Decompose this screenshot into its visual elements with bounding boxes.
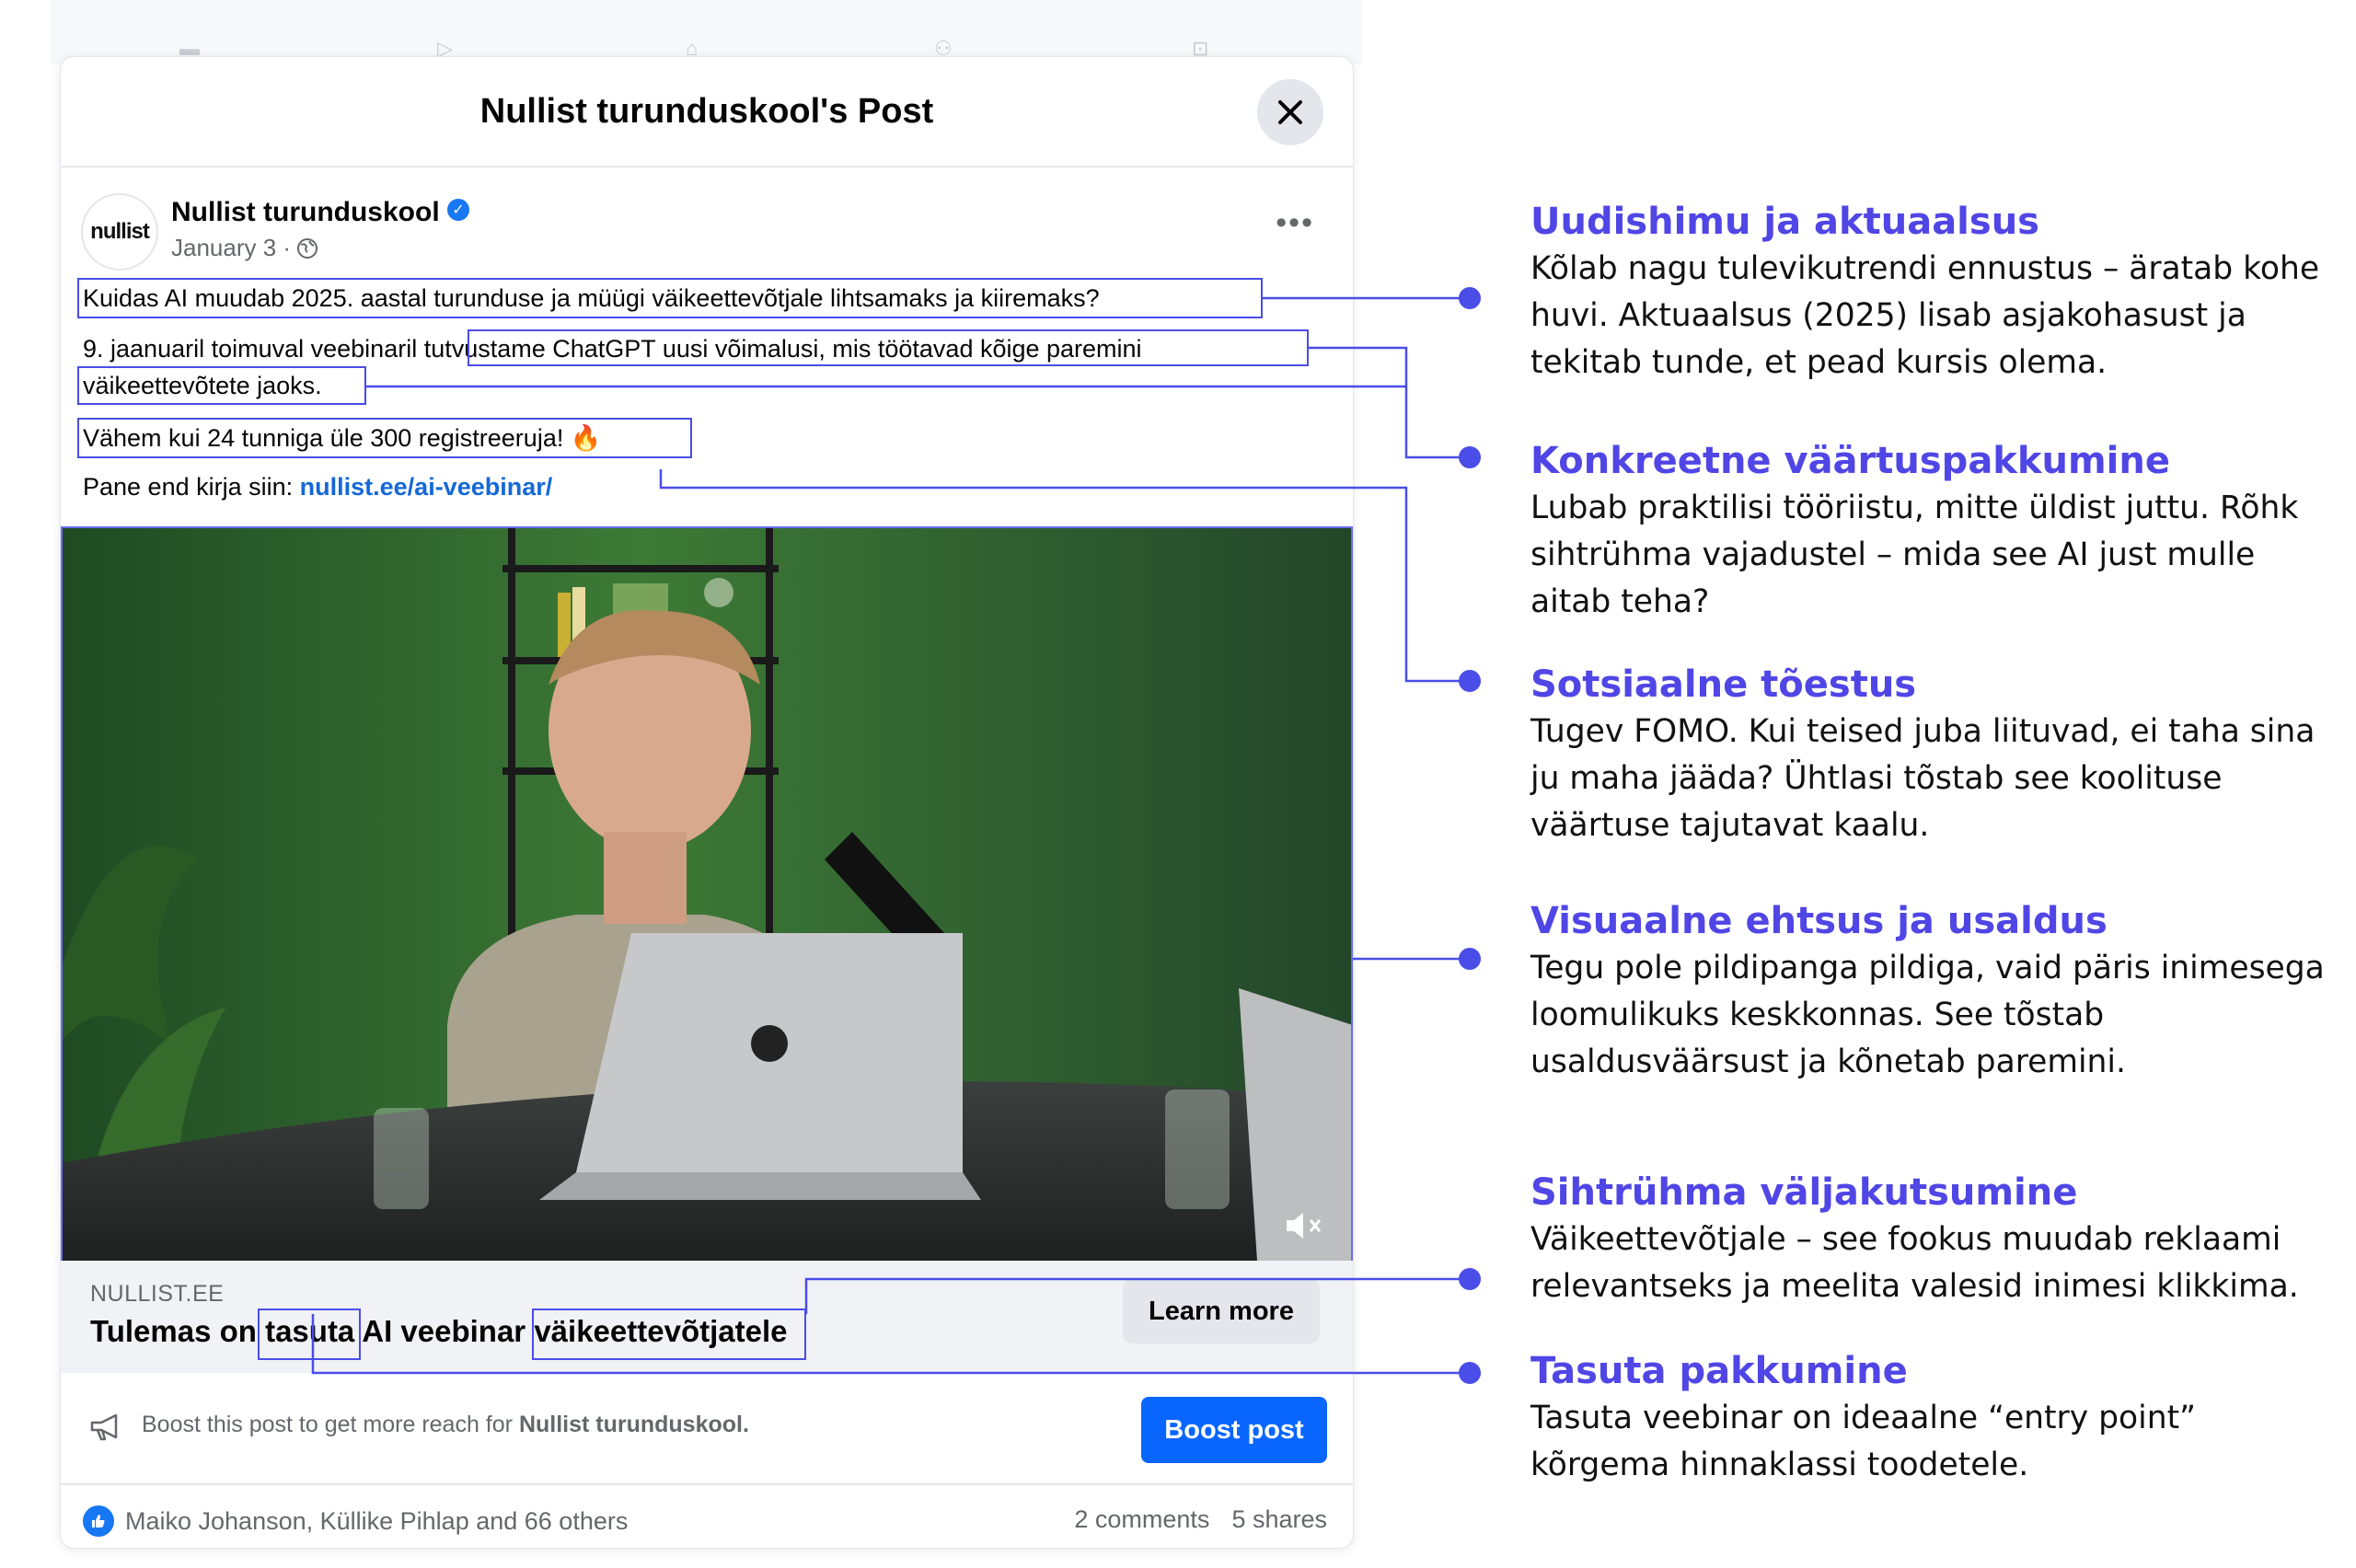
annotation-value-offer: Konkreetne väärtuspakkumine Lubab prakti… — [1530, 437, 2340, 626]
annotation-free-offer: Tasuta pakkumine Tasuta veebinar on idea… — [1530, 1347, 2340, 1489]
annotation-audience-callout: Sihtrühma väljakutsumine Väikeettevõtjal… — [1530, 1169, 2340, 1310]
annotation-title: Sotsiaalne tõestus — [1530, 663, 1917, 706]
annotation-title: Uudishimu ja aktuaalsus — [1530, 201, 2039, 243]
connector-dot-6 — [1459, 1362, 1481, 1384]
annotation-body: Lubab praktilisi tööriistu, mitte üldist… — [1530, 490, 2299, 620]
annotation-curiosity: Uudishimu ja aktuaalsus Kõlab nagu tulev… — [1530, 198, 2340, 386]
connector-dot-3 — [1459, 670, 1481, 692]
connector-6 — [311, 1314, 1465, 1375]
annotation-body: Väikeettevõtjale – see fookus muudab rek… — [1530, 1221, 2299, 1305]
annotation-title: Tasuta pakkumine — [1530, 1350, 1908, 1392]
annotation-visual-trust: Visuaalne ehtsus ja usaldus Tegu pole pi… — [1530, 897, 2340, 1086]
annotation-title: Visuaalne ehtsus ja usaldus — [1530, 900, 2108, 942]
annotation-title: Sihtrühma väljakutsumine — [1530, 1171, 2078, 1214]
annotation-body: Kõlab nagu tulevikutrendi ennustus – ära… — [1530, 250, 2320, 381]
annotation-body: Tegu pole pildipanga pildiga, vaid päris… — [1530, 950, 2325, 1080]
annotation-social-proof: Sotsiaalne tõestus Tugev FOMO. Kui teise… — [1530, 661, 2340, 849]
annotation-body: Tugev FOMO. Kui teised juba liituvad, ei… — [1530, 713, 2316, 844]
connector-dot-5 — [1459, 1268, 1481, 1290]
annotation-body: Tasuta veebinar on ideaalne “entry point… — [1530, 1400, 2196, 1483]
annotation-title: Konkreetne väärtuspakkumine — [1530, 440, 2170, 482]
connector-dot-4 — [1459, 948, 1481, 970]
connector-dot-1 — [1459, 287, 1481, 309]
connector-dot-2 — [1459, 446, 1481, 468]
connector-5 — [804, 1277, 1465, 1314]
connector-3 — [659, 469, 1465, 683]
connector-2a — [1309, 346, 1465, 459]
